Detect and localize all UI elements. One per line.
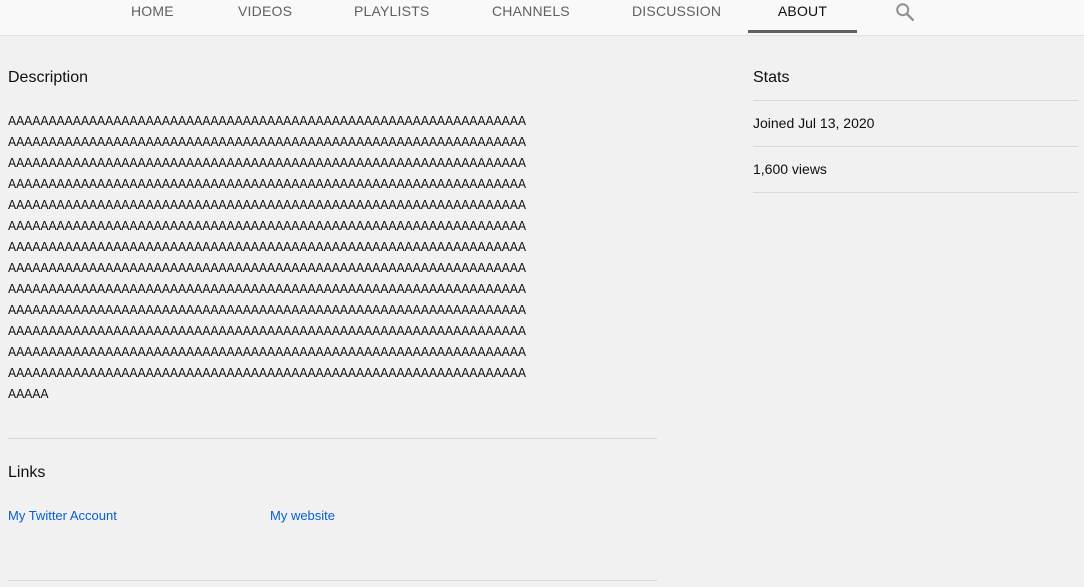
description-line: AAAAAAAAAAAAAAAAAAAAAAAAAAAAAAAAAAAAAAAA… xyxy=(8,198,526,212)
tab-videos[interactable]: VIDEOS xyxy=(238,0,292,33)
stats-divider xyxy=(753,192,1078,193)
description-line: AAAAAAAAAAAAAAAAAAAAAAAAAAAAAAAAAAAAAAAA… xyxy=(8,324,526,338)
description-line: AAAAAAAAAAAAAAAAAAAAAAAAAAAAAAAAAAAAAAAA… xyxy=(8,135,526,149)
description-line: AAAAAAAAAAAAAAAAAAAAAAAAAAAAAAAAAAAAAAAA… xyxy=(8,177,526,191)
channel-tab-bar: HOME VIDEOS PLAYLISTS CHANNELS DISCUSSIO… xyxy=(0,0,1084,35)
stats-title: Stats xyxy=(753,69,790,86)
section-divider xyxy=(8,438,657,439)
description-line: AAAAAAAAAAAAAAAAAAAAAAAAAAAAAAAAAAAAAAAA… xyxy=(8,261,526,275)
stats-divider xyxy=(753,146,1078,147)
section-divider xyxy=(8,580,657,581)
description-line: AAAAAAAAAAAAAAAAAAAAAAAAAAAAAAAAAAAAAAAA… xyxy=(8,219,526,233)
description-line: AAAAAAAAAAAAAAAAAAAAAAAAAAAAAAAAAAAAAAAA… xyxy=(8,114,526,128)
tab-playlists[interactable]: PLAYLISTS xyxy=(354,0,429,33)
website-link[interactable]: My website xyxy=(270,507,335,525)
description-line: AAAAAAAAAAAAAAAAAAAAAAAAAAAAAAAAAAAAAAAA… xyxy=(8,282,526,296)
tab-discussion[interactable]: DISCUSSION xyxy=(632,0,721,33)
twitter-link[interactable]: My Twitter Account xyxy=(8,507,117,525)
joined-date: Joined Jul 13, 2020 xyxy=(753,115,875,131)
description-text: AAAAAAAAAAAAAAAAAAAAAAAAAAAAAAAAAAAAAAAA… xyxy=(8,111,668,405)
description-line: AAAAA xyxy=(8,387,49,401)
search-icon[interactable] xyxy=(894,1,916,23)
tab-channels[interactable]: CHANNELS xyxy=(492,0,570,33)
stats-divider xyxy=(753,100,1078,101)
tab-about[interactable]: ABOUT xyxy=(748,0,857,33)
description-line: AAAAAAAAAAAAAAAAAAAAAAAAAAAAAAAAAAAAAAAA… xyxy=(8,303,526,317)
description-line: AAAAAAAAAAAAAAAAAAAAAAAAAAAAAAAAAAAAAAAA… xyxy=(8,366,526,380)
description-line: AAAAAAAAAAAAAAAAAAAAAAAAAAAAAAAAAAAAAAAA… xyxy=(8,345,526,359)
view-count: 1,600 views xyxy=(753,161,827,177)
tab-home[interactable]: HOME xyxy=(131,0,174,33)
description-line: AAAAAAAAAAAAAAAAAAAAAAAAAAAAAAAAAAAAAAAA… xyxy=(8,240,526,254)
links-title: Links xyxy=(8,464,46,481)
description-title: Description xyxy=(8,69,89,86)
description-line: AAAAAAAAAAAAAAAAAAAAAAAAAAAAAAAAAAAAAAAA… xyxy=(8,156,526,170)
